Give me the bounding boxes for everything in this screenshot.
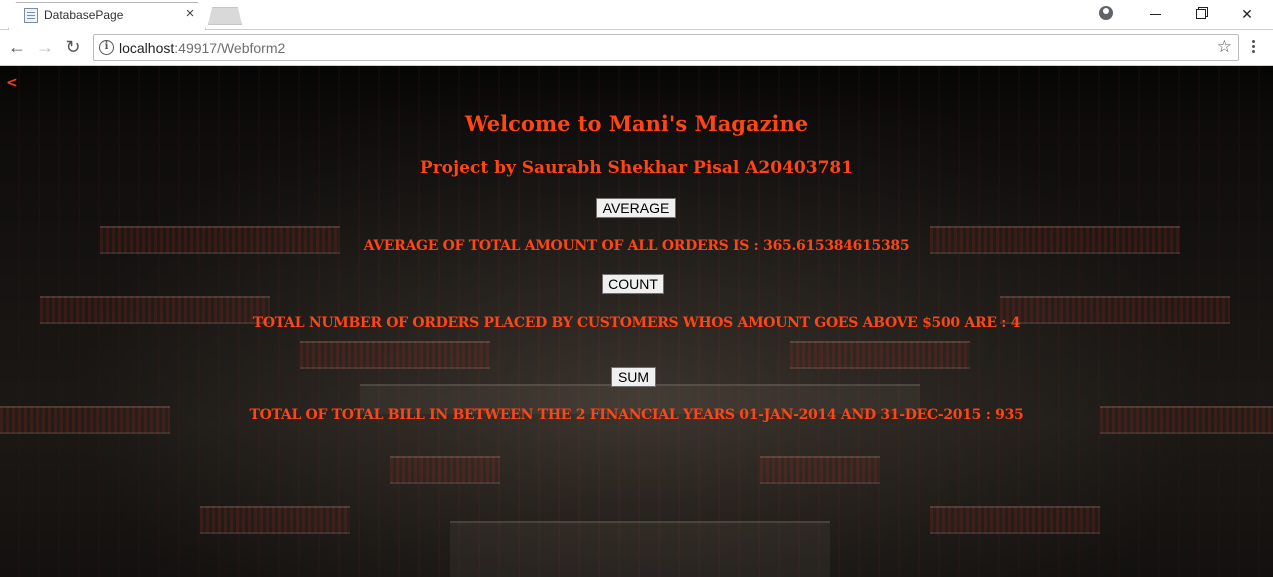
page-subtitle: Project by Saurabh Shekhar Pisal A204037… [419, 158, 854, 178]
page-title: Welcome to Mani's Magazine [464, 111, 809, 136]
average-result: AVERAGE OF TOTAL AMOUNT OF ALL ORDERS IS… [363, 238, 910, 254]
count-button[interactable]: COUNT [602, 274, 664, 294]
new-tab-button[interactable] [208, 7, 242, 25]
url-text[interactable]: localhost:49917/Webform2 [119, 40, 285, 56]
site-info-icon[interactable]: i [99, 40, 114, 55]
page-viewport: < Welcome to Mani's Magazine Project by … [0, 66, 1273, 577]
sum-result: TOTAL OF TOTAL BILL IN BETWEEN THE 2 FIN… [249, 407, 1024, 423]
minimize-button[interactable] [1140, 2, 1170, 26]
profile-icon[interactable] [1099, 6, 1113, 20]
sum-button[interactable]: SUM [611, 367, 656, 387]
reload-icon[interactable]: ↻ [62, 36, 84, 58]
tab-title: DatabasePage [44, 8, 124, 22]
address-bar[interactable]: i localhost:49917/Webform2 ☆ [93, 34, 1239, 61]
forward-arrow-icon[interactable]: → [34, 36, 56, 58]
bookmark-star-icon[interactable]: ☆ [1217, 37, 1232, 57]
back-arrow-icon[interactable]: ← [6, 36, 28, 58]
tab-strip: DatabasePage × ✕ [0, 0, 1273, 30]
count-result: TOTAL NUMBER OF ORDERS PLACED BY CUSTOME… [252, 315, 1021, 331]
tab-close-icon[interactable]: × [183, 5, 197, 23]
page-favicon-icon [24, 8, 38, 23]
average-button[interactable]: AVERAGE [596, 198, 676, 218]
restore-button[interactable] [1186, 2, 1216, 26]
browser-menu-icon[interactable] [1248, 38, 1258, 58]
window-close-button[interactable]: ✕ [1232, 2, 1262, 26]
browser-toolbar: ← → ↻ i localhost:49917/Webform2 ☆ [0, 30, 1273, 66]
back-link[interactable]: < [6, 75, 18, 91]
